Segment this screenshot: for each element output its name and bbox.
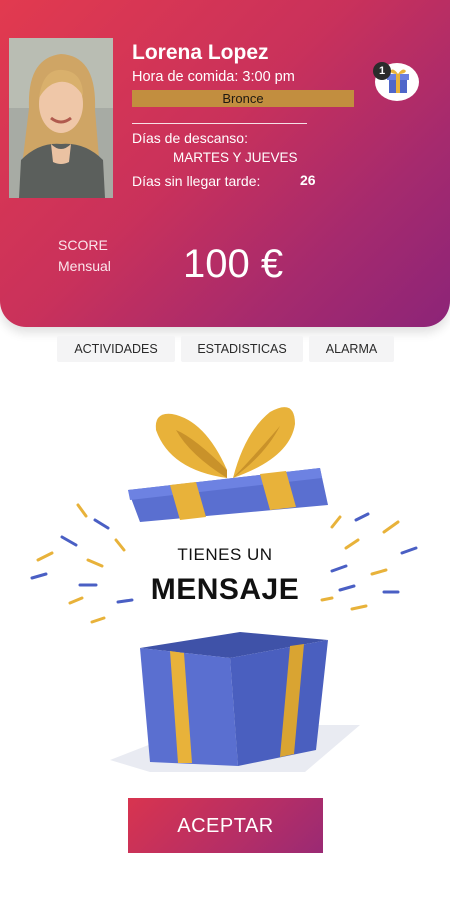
message-title: MENSAJE <box>150 573 300 606</box>
profile-header: Lorena Lopez Hora de comida: 3:00 pm Bro… <box>0 0 450 327</box>
gift-box <box>140 632 328 766</box>
avatar <box>9 38 113 198</box>
notification-count-badge: 1 <box>373 62 391 80</box>
level-badge: Bronce <box>132 90 354 107</box>
score-label-line1: SCORE <box>58 237 108 253</box>
divider <box>132 123 307 124</box>
message-subtitle: TIENES UN <box>177 545 273 564</box>
gift-lid <box>128 468 328 522</box>
rest-days-label: Días de descanso: <box>132 130 248 146</box>
score-value: 100 € <box>183 242 284 286</box>
punctual-days-value: 26 <box>300 172 316 188</box>
tab-actividades[interactable]: ACTIVIDADES <box>57 336 175 362</box>
gift-bow <box>155 407 295 478</box>
tab-alarma[interactable]: ALARMA <box>309 336 394 362</box>
score-label-line2: Mensual <box>58 258 111 274</box>
tab-estadisticas[interactable]: ESTADISTICAS <box>181 336 303 362</box>
score-label: SCORE Mensual <box>58 235 111 277</box>
tab-bar: ACTIVIDADES ESTADISTICAS ALARMA <box>0 336 450 362</box>
punctual-days-label: Días sin llegar tarde: <box>132 173 261 189</box>
rest-days-value: MARTES Y JUEVES <box>173 150 298 165</box>
user-name: Lorena Lopez <box>132 41 269 64</box>
meal-time: Hora de comida: 3:00 pm <box>132 69 295 85</box>
accept-button[interactable]: ACEPTAR <box>128 798 323 853</box>
